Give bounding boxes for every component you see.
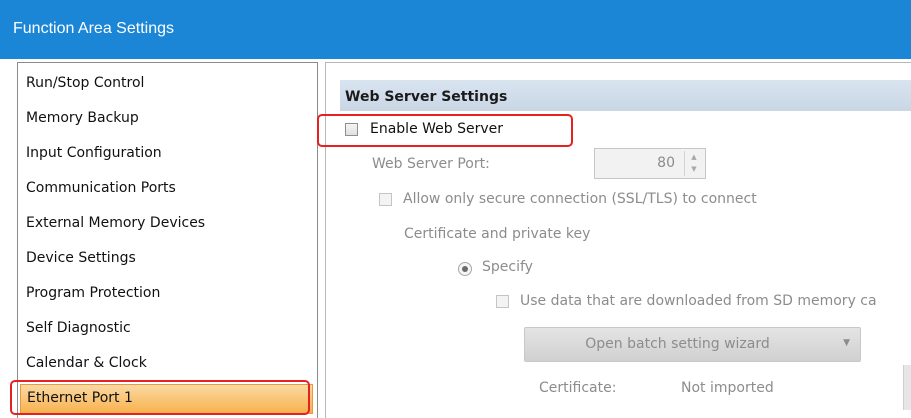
use-sd-data-label[interactable]: Use data that are downloaded from SD mem… xyxy=(520,293,877,309)
nav-item-external-memory-devices[interactable]: External Memory Devices xyxy=(26,208,205,238)
specify-label[interactable]: Specify xyxy=(482,259,533,275)
certificate-label: Certificate: xyxy=(539,380,617,396)
web-server-port-label: Web Server Port: xyxy=(372,156,490,172)
nav-item-device-settings[interactable]: Device Settings xyxy=(26,243,136,273)
spin-up-icon[interactable]: ▲ xyxy=(685,151,703,163)
wizard-button-label: Open batch setting wizard xyxy=(585,336,770,352)
settings-category-list[interactable]: Run/Stop Control Memory Backup Input Con… xyxy=(17,62,318,418)
use-sd-data-checkbox[interactable] xyxy=(496,295,509,308)
dropdown-arrow-icon: ▼ xyxy=(843,338,850,348)
nav-item-memory-backup[interactable]: Memory Backup xyxy=(26,103,139,133)
nav-item-program-protection[interactable]: Program Protection xyxy=(26,278,160,308)
spin-down-icon[interactable]: ▼ xyxy=(685,163,703,175)
nav-item-communication-ports[interactable]: Communication Ports xyxy=(26,173,176,203)
ethernet-port-highlight-box xyxy=(10,380,310,415)
nav-item-run-stop-control[interactable]: Run/Stop Control xyxy=(26,68,144,98)
nav-item-self-diagnostic[interactable]: Self Diagnostic xyxy=(26,313,131,343)
secure-connection-label[interactable]: Allow only secure connection (SSL/TLS) t… xyxy=(403,191,757,207)
window-title: Function Area Settings xyxy=(13,20,174,37)
enable-web-server-highlight-box xyxy=(317,114,573,147)
port-spin-buttons[interactable]: ▲ ▼ xyxy=(684,151,703,176)
nav-item-calendar-clock[interactable]: Calendar & Clock xyxy=(26,348,147,378)
web-server-port-stepper[interactable]: 80 ▲ ▼ xyxy=(594,148,706,179)
web-server-port-value[interactable]: 80 xyxy=(657,155,675,171)
specify-radio[interactable] xyxy=(458,262,472,276)
web-server-section-title: Web Server Settings xyxy=(345,89,508,105)
cut-off-button-edge[interactable] xyxy=(903,365,911,410)
web-server-section-header: Web Server Settings xyxy=(340,80,911,111)
nav-item-input-configuration[interactable]: Input Configuration xyxy=(26,138,162,168)
certificate-status-value: Not imported xyxy=(681,380,774,396)
secure-connection-checkbox[interactable] xyxy=(379,193,392,206)
open-batch-setting-wizard-button[interactable]: Open batch setting wizard ▼ xyxy=(524,327,861,362)
window-titlebar: Function Area Settings xyxy=(0,0,911,59)
certificate-private-key-label: Certificate and private key xyxy=(404,226,591,242)
